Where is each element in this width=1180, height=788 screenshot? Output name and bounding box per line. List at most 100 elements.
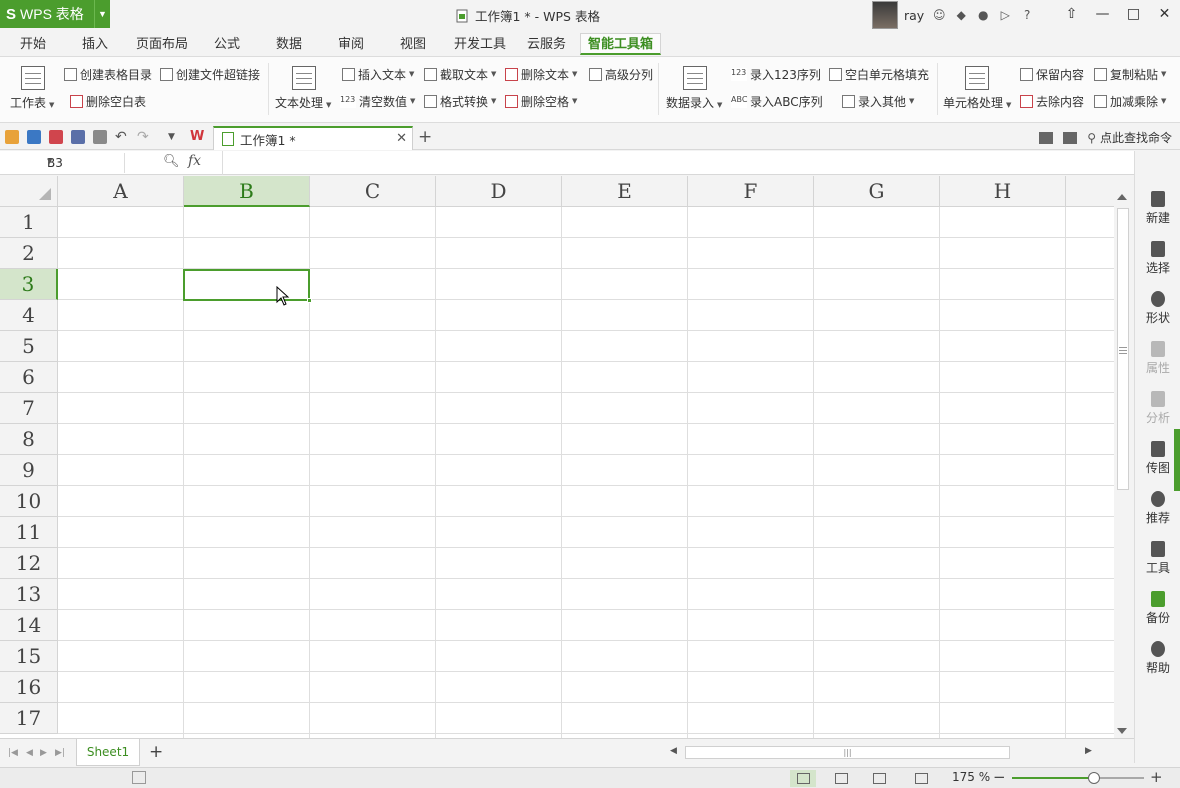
wps-docer-icon[interactable]: W <box>190 130 204 144</box>
screen-record-icon[interactable] <box>1039 132 1053 144</box>
advanced-split-button[interactable]: 高级分列 <box>589 65 653 83</box>
close-button[interactable]: ✕ <box>1149 0 1180 28</box>
app-menu-button[interactable]: S WPS 表格 ▼ <box>0 0 110 28</box>
print-preview-icon[interactable] <box>93 130 107 144</box>
text-processing-button[interactable]: 文本处理▼ <box>275 57 333 90</box>
active-cell[interactable] <box>183 269 310 301</box>
row-header[interactable]: 11 <box>0 517 58 548</box>
share-doc-icon[interactable] <box>1063 132 1077 144</box>
zoom-slider-knob[interactable] <box>1088 772 1100 784</box>
task-panel-recommend[interactable]: 推荐 <box>1135 491 1180 526</box>
column-header[interactable]: D <box>436 176 562 207</box>
format-convert-button[interactable]: 格式转换▼ <box>424 92 496 110</box>
name-box[interactable]: B3 ▼ <box>0 153 125 173</box>
tab-formulas[interactable]: 公式 <box>214 34 240 56</box>
customize-quickbar-icon[interactable]: ▼ <box>168 130 182 144</box>
chevron-down-icon[interactable]: ▼ <box>94 0 110 28</box>
create-link-button[interactable]: 创建文件超链接 <box>160 65 260 83</box>
macro-record-icon[interactable] <box>132 771 146 784</box>
row-header[interactable]: 1 <box>0 207 58 238</box>
scroll-left-icon[interactable]: ◀ <box>670 746 677 756</box>
scroll-up-icon[interactable] <box>1117 194 1127 200</box>
normal-view-button[interactable] <box>790 770 816 787</box>
feedback-icon[interactable]: ● <box>976 8 990 22</box>
tab-developer[interactable]: 开发工具 <box>454 34 506 56</box>
column-header[interactable] <box>1066 176 1114 207</box>
task-panel-toolbox[interactable]: 工具 <box>1135 541 1180 576</box>
row-header[interactable]: 14 <box>0 610 58 641</box>
tab-insert[interactable]: 插入 <box>82 34 108 56</box>
task-panel-help[interactable]: 帮助 <box>1135 641 1180 676</box>
add-sub-mul-div-button[interactable]: 加减乘除▼ <box>1094 92 1166 110</box>
skin-icon[interactable]: ◆ <box>954 8 968 22</box>
enter-other-button[interactable]: 录入其他▼ <box>842 92 914 110</box>
avatar[interactable] <box>872 1 898 29</box>
tab-review[interactable]: 审阅 <box>338 34 364 56</box>
scrollbar-thumb[interactable]: ||| <box>685 746 1010 759</box>
row-header[interactable]: 10 <box>0 486 58 517</box>
row-header[interactable]: 16 <box>0 672 58 703</box>
panel-collapse-handle[interactable] <box>1174 429 1180 491</box>
task-panel-shape[interactable]: 形状 <box>1135 291 1180 326</box>
row-header[interactable]: 6 <box>0 362 58 393</box>
first-sheet-icon[interactable]: |◀ <box>8 748 18 758</box>
column-header[interactable]: E <box>562 176 688 207</box>
share-icon[interactable]: ▷ <box>998 8 1012 22</box>
tab-page-layout[interactable]: 页面布局 <box>136 34 188 56</box>
eye-protection-button[interactable] <box>908 770 934 787</box>
upload-icon[interactable]: ⇧ <box>1056 0 1087 28</box>
minimize-button[interactable]: — <box>1087 0 1118 28</box>
sheet-tab[interactable]: Sheet1 <box>76 739 140 766</box>
insert-function-button[interactable]: fx <box>188 153 201 169</box>
vertical-scrollbar[interactable] <box>1114 176 1134 738</box>
data-entry-button[interactable]: 数据录入▼ <box>666 57 724 90</box>
export-pdf-icon[interactable] <box>49 130 63 144</box>
keep-content-button[interactable]: 保留内容 <box>1020 65 1084 83</box>
prev-sheet-icon[interactable]: ◀ <box>26 748 33 758</box>
tab-smart-toolbox[interactable]: 智能工具箱 <box>580 33 661 55</box>
row-header[interactable]: 7 <box>0 393 58 424</box>
new-tab-button[interactable]: + <box>418 127 432 147</box>
row-header[interactable]: 8 <box>0 424 58 455</box>
zoom-percentage[interactable]: 175 % <box>952 770 990 784</box>
page-layout-view-button[interactable] <box>866 770 892 787</box>
add-sheet-button[interactable]: + <box>149 742 163 762</box>
row-header[interactable]: 5 <box>0 331 58 362</box>
zoom-out-button[interactable]: − <box>993 768 1006 786</box>
close-icon[interactable]: ✕ <box>396 131 407 146</box>
delete-spaces-button[interactable]: 删除空格▼ <box>505 92 577 110</box>
formula-input[interactable] <box>222 151 1135 175</box>
username[interactable]: ray <box>904 8 924 23</box>
create-toc-button[interactable]: 创建表格目录 <box>64 65 152 83</box>
page-break-view-button[interactable] <box>828 770 854 787</box>
enter-abc-sequence-button[interactable]: ABC录入ABC序列 <box>731 92 823 110</box>
row-header[interactable]: 12 <box>0 548 58 579</box>
row-header[interactable]: 15 <box>0 641 58 672</box>
fill-blank-cells-button[interactable]: 空白单元格填充 <box>829 65 929 83</box>
tab-cloud[interactable]: 云服务 <box>527 34 566 56</box>
zoom-in-button[interactable]: + <box>1150 768 1163 786</box>
save-icon[interactable] <box>27 130 41 144</box>
task-panel-backup[interactable]: 备份 <box>1135 591 1180 626</box>
column-header[interactable]: H <box>940 176 1066 207</box>
mascot-icon[interactable]: ☺ <box>932 8 946 22</box>
remove-content-button[interactable]: 去除内容 <box>1020 92 1084 110</box>
horizontal-scrollbar[interactable]: ◀ ||| ▶ <box>660 745 1110 761</box>
column-header[interactable]: A <box>58 176 184 207</box>
redo-icon[interactable]: ↷ <box>137 130 151 144</box>
worksheet-button[interactable]: 工作表▼ <box>10 57 56 90</box>
row-header[interactable]: 13 <box>0 579 58 610</box>
row-header[interactable]: 3 <box>0 269 58 300</box>
tab-data[interactable]: 数据 <box>276 34 302 56</box>
cell-processing-button[interactable]: 单元格处理▼ <box>943 57 1011 90</box>
last-sheet-icon[interactable]: ▶| <box>55 748 65 758</box>
row-header[interactable]: 4 <box>0 300 58 331</box>
column-header[interactable]: B <box>184 176 310 207</box>
clear-values-button[interactable]: 123清空数值▼ <box>340 92 415 110</box>
zoom-slider[interactable] <box>1012 777 1144 779</box>
column-header[interactable]: F <box>688 176 814 207</box>
tab-home[interactable]: 开始 <box>20 34 46 56</box>
extract-text-button[interactable]: 截取文本▼ <box>424 65 496 83</box>
zoom-lookup-icon[interactable]: 🔍︎ <box>163 154 180 169</box>
insert-text-button[interactable]: 插入文本▼ <box>342 65 414 83</box>
